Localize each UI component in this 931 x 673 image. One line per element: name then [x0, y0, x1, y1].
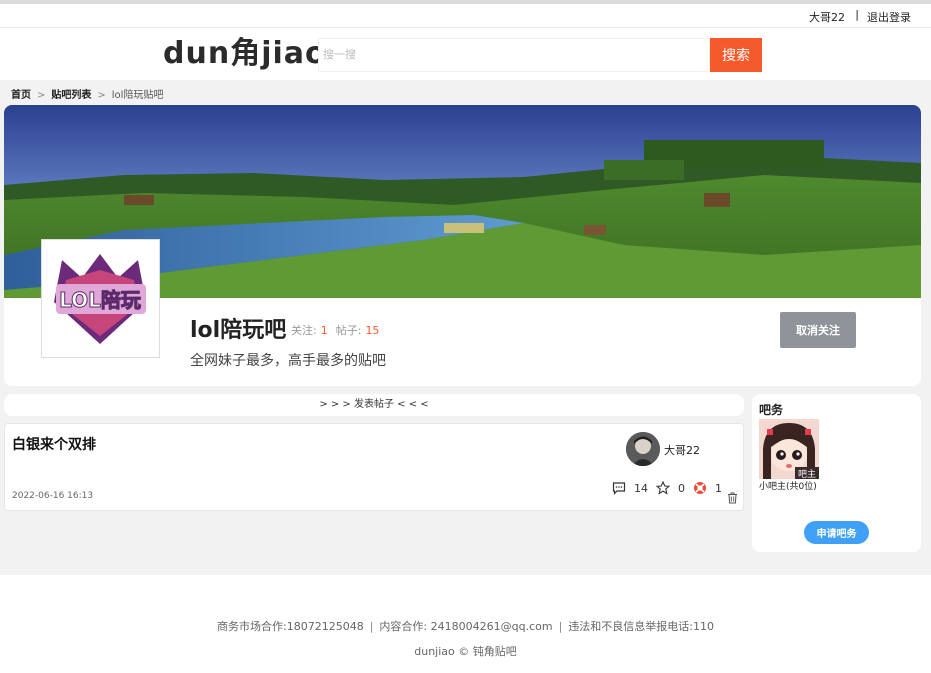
author-avatar-image	[626, 432, 660, 466]
search-button[interactable]: 搜索	[710, 38, 762, 72]
moderator-count-label: 小吧主(共0位)	[759, 482, 817, 492]
unfollow-button[interactable]: 取消关注	[780, 312, 856, 348]
breadcrumb-home[interactable]: 首页	[11, 90, 31, 101]
logo-suffix: jiao	[261, 36, 327, 71]
post-title[interactable]: 白银来个双排	[12, 434, 96, 454]
footer-links: 商务市场合作:18072125048 | 内容合作: 2418004261@qq.c…	[0, 618, 931, 634]
breadcrumb-separator: >	[97, 90, 106, 101]
bar-description: 全网妹子最多，高手最多的贴吧	[190, 353, 386, 369]
post-list-item[interactable]: 白银来个双排 2022-06-16 16:13 大哥22 14 0 1	[4, 423, 744, 511]
moderators-panel: 吧务 吧主 小吧主(共0位) 申请吧务	[752, 394, 921, 552]
logo-prefix: dun	[163, 36, 231, 71]
site-logo[interactable]: dun角jiao	[163, 32, 326, 76]
footer-business: 商务市场合作:18072125048	[217, 620, 364, 633]
bar-name: lol陪玩吧	[190, 318, 287, 343]
follow-label: 关注:	[291, 324, 317, 337]
topbar-separator: |	[855, 8, 859, 21]
post-meta: 14 0 1	[612, 481, 730, 495]
lifebuoy-count: 1	[715, 481, 722, 495]
footer-report: 违法和不良信息举报电话:110	[568, 620, 714, 633]
breadcrumb: 首页 > 贴吧列表 > lol陪玩贴吧	[11, 86, 163, 101]
trash-icon[interactable]	[727, 492, 738, 504]
apply-moderator-button[interactable]: 申请吧务	[804, 521, 869, 544]
search-input[interactable]	[318, 38, 710, 72]
star-icon[interactable]	[656, 481, 670, 495]
new-post-bar[interactable]: > > > 发表帖子 < < <	[4, 394, 744, 416]
avatar-logo-text: LOL陪玩	[59, 288, 141, 312]
lol-logo-image: LOL陪玩	[42, 240, 159, 357]
moderator-avatar-image: 吧主	[759, 419, 819, 479]
moderator-badge: 吧主	[798, 468, 816, 479]
moderator-avatar[interactable]: 吧主	[759, 419, 819, 479]
moderators-title: 吧务	[759, 403, 784, 417]
header: dun角jiao 搜索	[0, 28, 931, 80]
top-bar: 大哥22 | 退出登录	[0, 0, 931, 28]
logout-link[interactable]: 退出登录	[867, 9, 911, 25]
breadcrumb-separator: >	[37, 90, 46, 101]
footer-separator: |	[558, 620, 563, 633]
comment-icon[interactable]	[612, 481, 626, 495]
post-author-name[interactable]: 大哥22	[664, 442, 700, 458]
bar-avatar: LOL陪玩	[41, 239, 160, 358]
posts-label: 帖子:	[335, 324, 362, 337]
follow-count: 1	[320, 324, 328, 337]
author-avatar[interactable]	[626, 432, 660, 466]
footer: 商务市场合作:18072125048 | 内容合作: 2418004261@qq.c…	[0, 575, 931, 673]
logo-char: 角	[230, 36, 262, 71]
breadcrumb-bar-list[interactable]: 贴吧列表	[51, 90, 91, 101]
footer-separator: |	[369, 620, 374, 633]
bar-stats: 关注: 1 帖子: 15	[291, 322, 387, 338]
posts-count: 15	[365, 324, 380, 337]
star-count: 0	[678, 481, 685, 495]
comment-count: 14	[634, 481, 648, 495]
footer-copyright: dunjiao © 钝角贴吧	[414, 645, 517, 658]
bar-header-card: LOL陪玩 lol陪玩吧 关注: 1 帖子: 15 全网妹子最多，高手最多的贴吧 取消…	[4, 105, 921, 386]
post-date: 2022-06-16 16:13	[12, 491, 94, 501]
lifebuoy-icon[interactable]	[693, 481, 707, 495]
breadcrumb-current: lol陪玩贴吧	[111, 90, 164, 101]
footer-content: 内容合作: 2418004261@qq.com	[379, 620, 553, 633]
username-link[interactable]: 大哥22	[809, 9, 845, 25]
